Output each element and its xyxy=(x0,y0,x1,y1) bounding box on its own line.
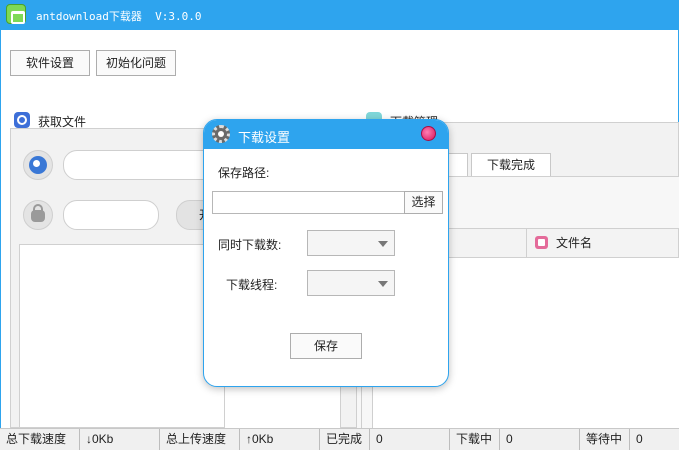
browse-button[interactable]: 选择 xyxy=(404,191,443,214)
total-download-speed-label: 总下载速度 xyxy=(0,429,80,450)
concurrent-downloads-label: 同时下载数: xyxy=(218,238,282,252)
download-settings-dialog: 下载设置 保存路径: 选择 同时下载数: 下载线程: 保存 xyxy=(203,119,449,387)
waiting-label: 等待中 xyxy=(580,429,630,450)
completed-label: 已完成 xyxy=(320,429,370,450)
downloading-count: 0 xyxy=(500,429,580,450)
total-download-speed-value: ↓0Kb xyxy=(80,429,160,450)
column-filename-label: 文件名 xyxy=(556,236,593,250)
app-icon xyxy=(6,4,26,24)
dialog-title: 下载设置 xyxy=(238,130,291,145)
init-issues-button[interactable]: 初始化问题 xyxy=(96,50,176,76)
waiting-count: 0 xyxy=(636,432,643,446)
save-button[interactable]: 保存 xyxy=(290,333,362,359)
chevron-down-icon xyxy=(378,281,388,287)
file-list-area xyxy=(19,244,225,428)
gear-icon xyxy=(212,125,230,143)
save-path-input[interactable] xyxy=(212,191,405,214)
save-path-label: 保存路径: xyxy=(218,166,270,180)
downloading-label: 下载中 xyxy=(450,429,500,450)
column-header-filename[interactable]: 文件名 xyxy=(526,228,679,258)
download-threads-label: 下载线程: xyxy=(226,278,278,292)
close-icon[interactable] xyxy=(421,126,436,141)
lock-icon xyxy=(23,200,53,230)
completed-count: 0 xyxy=(370,429,450,450)
url-input[interactable] xyxy=(63,150,223,180)
concurrent-downloads-select[interactable] xyxy=(307,230,395,256)
tab-completed[interactable]: 下载完成 xyxy=(471,153,551,177)
title-bar: antdownload下载器 V:3.0.0 xyxy=(0,0,679,30)
software-settings-button[interactable]: 软件设置 xyxy=(10,50,90,76)
file-icon xyxy=(535,236,548,249)
total-upload-speed-label: 总上传速度 xyxy=(160,429,240,450)
search-icon xyxy=(14,112,30,128)
app-title: antdownload下载器 V:3.0.0 xyxy=(36,10,202,23)
globe-icon xyxy=(23,150,53,180)
total-upload-speed-value: ↑0Kb xyxy=(240,429,320,450)
download-threads-select[interactable] xyxy=(307,270,395,296)
password-input[interactable] xyxy=(63,200,159,230)
status-bar: 总下载速度 ↓0Kb 总上传速度 ↑0Kb 已完成 0 下载中 0 等待中 0 xyxy=(0,428,679,450)
chevron-down-icon xyxy=(378,241,388,247)
dialog-title-bar[interactable]: 下载设置 xyxy=(204,120,448,149)
